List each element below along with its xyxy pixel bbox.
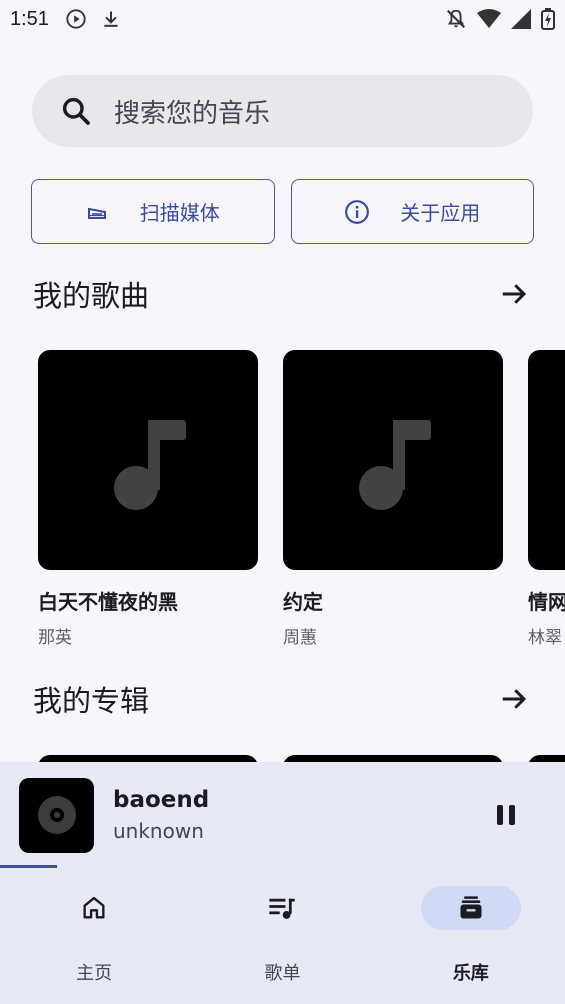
nav-pill-active [420, 886, 521, 930]
vinyl-icon [37, 796, 76, 834]
playlist-icon [269, 898, 296, 919]
nav-label-home: 主页 [76, 963, 113, 984]
song-artist: 林翠 [528, 628, 562, 648]
search-placeholder: 搜索您的音乐 [114, 98, 271, 129]
now-playing-cover [19, 777, 94, 853]
my-albums-header: 我的专辑 [33, 679, 533, 719]
nav-item-playlist[interactable]: 歌单 [188, 868, 376, 1004]
bottom-nav: 主页 歌单 乐库 [0, 868, 565, 1004]
my-songs-header: 我的歌曲 [33, 274, 533, 314]
songs-carousel: 白天不懂夜的黑 那英 约定 周蕙 情网 林翠 [38, 350, 565, 650]
now-playing-title: baoend [113, 787, 210, 813]
scan-media-button[interactable]: 扫描媒体 [31, 179, 275, 244]
battery-charging-icon [541, 8, 555, 30]
my-albums-title: 我的专辑 [33, 684, 150, 718]
search-icon [62, 97, 90, 125]
song-title: 情网 [528, 590, 565, 614]
nav-pill [44, 886, 144, 930]
play-circle-icon [66, 9, 86, 29]
download-icon [104, 11, 118, 27]
pause-icon[interactable] [493, 802, 519, 828]
action-row: 扫描媒体 关于应用 [31, 179, 534, 244]
song-artist: 那英 [38, 628, 72, 648]
my-songs-title: 我的歌曲 [33, 279, 150, 313]
signal-icon [511, 9, 531, 29]
song-card[interactable]: 白天不懂夜的黑 那英 [38, 350, 258, 648]
arrow-right-icon[interactable] [499, 684, 529, 714]
song-cover [283, 350, 503, 570]
song-artist: 周蕙 [283, 628, 317, 648]
status-time: 1:51 [10, 7, 49, 30]
search-bar[interactable]: 搜索您的音乐 [32, 75, 533, 147]
song-title: 白天不懂夜的黑 [38, 590, 178, 614]
library-icon [460, 896, 482, 919]
about-app-button[interactable]: 关于应用 [290, 179, 534, 244]
music-note-icon [359, 420, 431, 510]
nav-label-playlist: 歌单 [264, 963, 301, 984]
song-card[interactable]: 约定 周蕙 [283, 350, 503, 648]
nav-item-home[interactable]: 主页 [0, 868, 188, 1004]
arrow-right-icon[interactable] [499, 279, 529, 309]
song-title: 约定 [283, 590, 323, 614]
nav-label-library: 乐库 [452, 963, 489, 984]
song-card[interactable]: 情网 林翠 [528, 350, 565, 648]
info-icon [345, 199, 370, 224]
music-note-icon [114, 420, 186, 510]
home-icon [83, 896, 105, 919]
notifications-off-icon [447, 9, 465, 28]
status-bar: 1:51 [0, 0, 565, 38]
status-left-icons [65, 8, 121, 30]
nav-item-library[interactable]: 乐库 [377, 868, 565, 1004]
about-app-label: 关于应用 [400, 201, 481, 225]
status-right-icons [445, 8, 555, 30]
wifi-icon [477, 9, 501, 28]
scan-media-icon [87, 207, 106, 219]
now-playing-artist: unknown [113, 819, 204, 843]
now-playing-bar[interactable]: baoend unknown [0, 762, 565, 868]
scan-media-label: 扫描媒体 [139, 201, 220, 225]
now-playing-info: baoend unknown [113, 787, 209, 843]
song-cover [528, 350, 565, 570]
song-cover [38, 350, 258, 570]
nav-pill [232, 886, 332, 930]
